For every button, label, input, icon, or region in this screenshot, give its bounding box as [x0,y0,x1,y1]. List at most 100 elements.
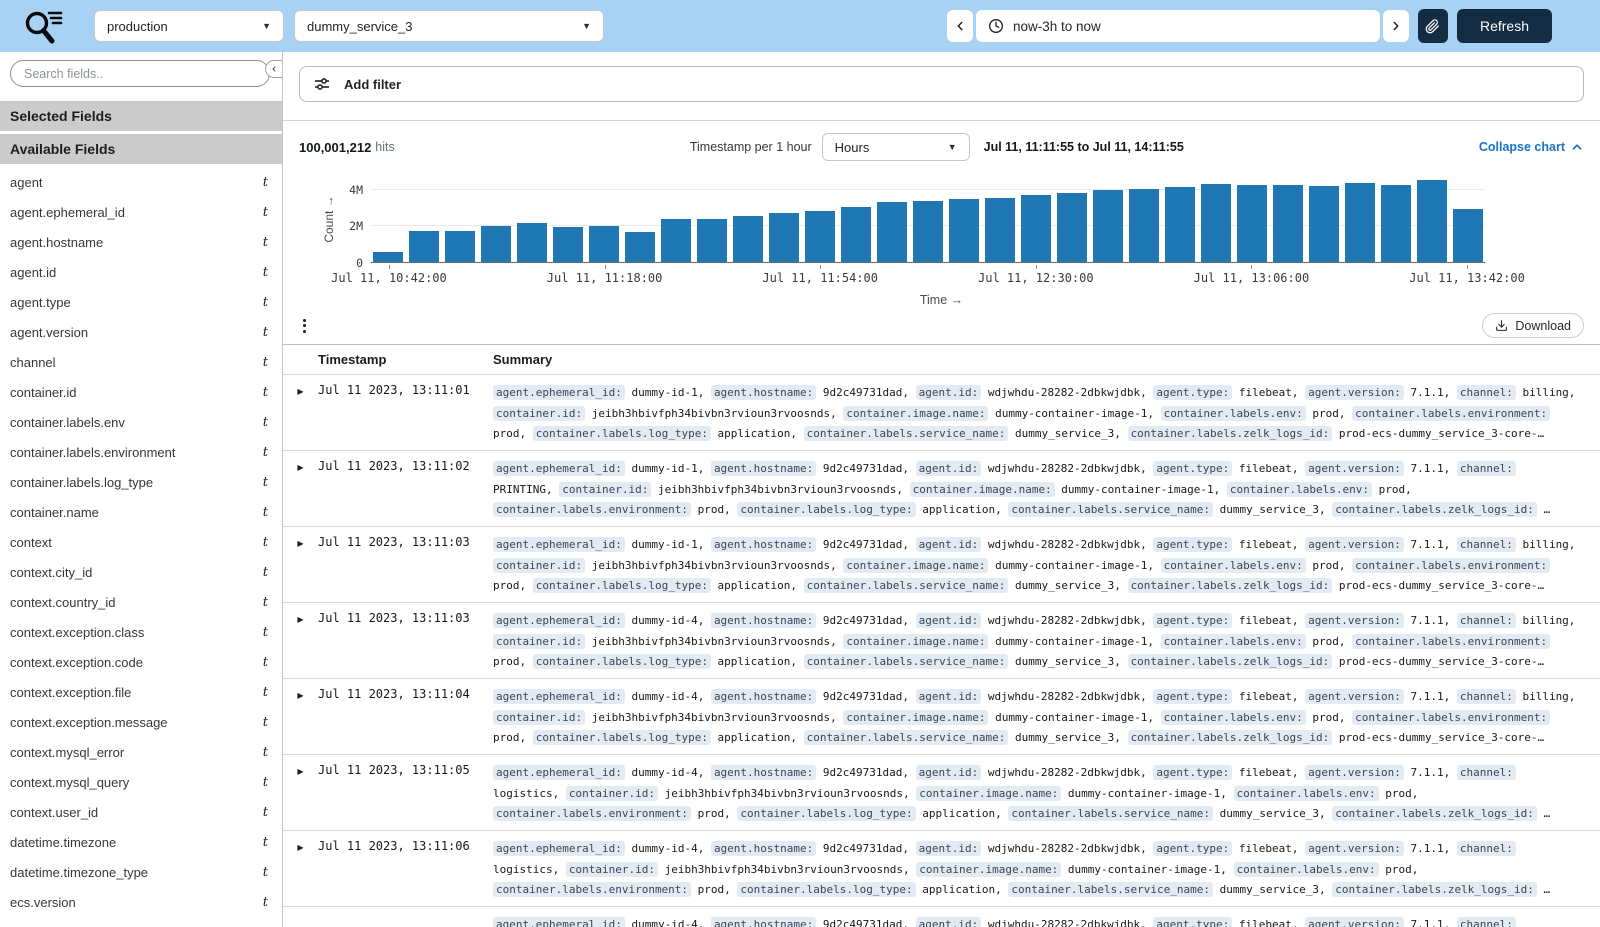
environment-select[interactable]: production ▼ [94,10,284,42]
chart-bar[interactable] [1381,184,1411,262]
collapse-sidebar-button[interactable] [265,60,282,78]
expand-row-icon[interactable]: ▶ [283,383,318,450]
log-row: ▶ Jul 11 2023, 13:11:04 agent.ephemeral_id… [283,679,1600,755]
chart-bar[interactable] [733,215,763,262]
chevron-down-icon: ▼ [262,21,271,31]
field-item[interactable]: agent.type t [0,287,282,317]
field-item[interactable]: datetime.timezone_type t [0,857,282,887]
field-key-chip: container.labels.zelk_logs_id: [1127,426,1333,441]
field-item[interactable]: agent t [0,167,282,197]
field-item[interactable]: agent.id t [0,257,282,287]
chart-bar[interactable] [373,252,403,262]
field-item[interactable]: context.exception.file t [0,677,282,707]
field-item[interactable]: agent.version t [0,317,282,347]
field-item[interactable]: container.name t [0,497,282,527]
field-key-chip: container.labels.log_type: [532,426,711,441]
chart-bar[interactable] [1345,183,1375,262]
chart-bar[interactable] [481,225,511,262]
time-back-button[interactable] [946,10,973,42]
time-range-input[interactable]: now-3h to now [975,10,1380,42]
field-key-chip: container.labels.log_type: [532,730,711,745]
add-filter-bar[interactable]: Add filter [299,66,1584,102]
summary-line: logistics, container.id: jeibh3hbivfph34… [493,785,1419,801]
field-item[interactable]: context.country_id t [0,587,282,617]
chart-bar[interactable] [805,211,835,262]
field-item[interactable]: ecs.version t [0,887,282,917]
field-item[interactable]: agent.ephemeral_id t [0,197,282,227]
expand-row-icon[interactable]: ▶ [283,611,318,678]
field-item[interactable]: context.mysql_error t [0,737,282,767]
expand-row-icon[interactable]: ▶ [283,763,318,830]
summary-line: prod, container.labels.log_type: applica… [493,426,1545,441]
field-item[interactable]: context.exception.message t [0,707,282,737]
refresh-button[interactable]: Refresh [1456,9,1552,43]
chart-bar[interactable] [1057,193,1087,262]
table-options-kebab-icon[interactable] [297,315,312,337]
chart-bar[interactable] [1129,188,1159,262]
chart-bar[interactable] [769,213,799,262]
chart-bar[interactable] [625,232,655,262]
time-range-text: Jul 11, 11:11:55 to Jul 11, 14:11:55 [983,140,1184,154]
chart-bar[interactable] [1417,179,1447,262]
field-item[interactable]: context.city_id t [0,557,282,587]
chart-bar[interactable] [589,225,619,262]
expand-row-icon[interactable]: ▶ [283,687,318,754]
field-key-chip: agent.type: [1153,689,1233,704]
chart-bar[interactable] [1093,189,1123,262]
field-item[interactable]: container.labels.log_type t [0,467,282,497]
row-timestamp: Jul 11 2023, 13:11:02 [318,459,470,473]
field-item[interactable]: context t [0,527,282,557]
chart-bar[interactable] [445,231,475,262]
field-item[interactable]: container.id t [0,377,282,407]
chart-bar[interactable] [985,197,1015,262]
chart-bar[interactable] [1201,184,1231,262]
chart-bar[interactable] [697,218,727,262]
field-item[interactable]: container.labels.env t [0,407,282,437]
field-item[interactable]: context.mysql_query t [0,767,282,797]
chart-bar[interactable] [1273,184,1303,262]
chart-bar[interactable] [517,223,547,262]
chart-bar[interactable] [1021,194,1051,262]
time-forward-button[interactable] [1382,10,1409,42]
row-summary: agent.ephemeral_id: dummy-id-4, agent.ho… [493,687,1600,754]
chart-bar[interactable] [1237,184,1267,262]
field-item[interactable]: context.user_id t [0,797,282,827]
download-button[interactable]: Download [1482,313,1584,338]
field-key-chip: container.labels.zelk_logs_id: [1332,502,1537,517]
service-select[interactable]: dummy_service_3 ▼ [294,10,604,42]
field-item[interactable]: agent.hostname t [0,227,282,257]
x-tick-label: Jul 11, 12:30:00 [978,271,1094,285]
chart-bar[interactable] [877,202,907,262]
field-item[interactable]: channel t [0,347,282,377]
expand-row-icon[interactable]: ▶ [283,839,318,906]
collapse-chart-link[interactable]: Collapse chart [1479,140,1584,154]
expand-row-icon[interactable]: ▶ [283,459,318,526]
field-key-chip: agent.ephemeral_id: [493,537,625,552]
chart-bar[interactable] [409,231,439,262]
chart-bar[interactable] [841,206,871,262]
app-logo-search-logs-icon[interactable] [20,5,66,47]
chart-bar[interactable] [949,198,979,262]
attach-button[interactable] [1417,9,1448,43]
field-item[interactable]: context.exception.code t [0,647,282,677]
expand-row-icon[interactable]: ▶ [283,535,318,602]
field-item[interactable]: context.exception.class t [0,617,282,647]
field-key-chip: container.labels.log_type: [532,578,711,593]
field-key-chip: agent.id: [915,765,982,780]
interval-select[interactable]: Hours ▼ [821,133,970,161]
field-type-string-icon: t [262,204,268,220]
field-key-chip: container.labels.environment: [493,882,692,897]
chart-bar[interactable] [1165,186,1195,262]
summary-line: container.id: jeibh3hbivfph34bivbn3rviou… [493,708,1592,729]
field-item[interactable]: container.labels.environment t [0,437,282,467]
chart-bar[interactable] [913,201,943,262]
chart-bar[interactable] [1453,209,1483,262]
field-item[interactable]: datetime.timezone t [0,827,282,857]
field-label: container.labels.log_type [10,474,154,490]
summary-line: prod, container.labels.log_type: applica… [493,730,1545,745]
chart-bar[interactable] [1309,185,1339,262]
chart-bar[interactable] [553,226,583,262]
chart-bar[interactable] [661,219,691,262]
x-tick-label: Jul 11, 11:54:00 [762,271,878,285]
search-fields-input[interactable] [10,60,270,87]
